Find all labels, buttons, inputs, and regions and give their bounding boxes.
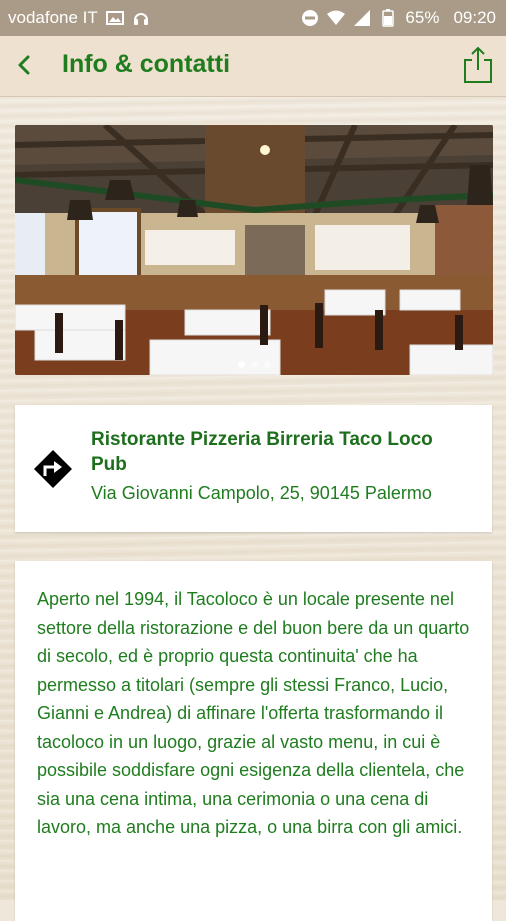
headset-notification-icon: [133, 13, 148, 25]
gallery-dot[interactable]: [250, 361, 258, 368]
back-arrow-icon[interactable]: [10, 50, 40, 80]
description-card: Aperto nel 1994, il Tacoloco è un locale…: [15, 561, 492, 921]
restaurant-name: Ristorante Pizzeria Birreria Taco Loco P…: [91, 429, 433, 475]
gallery-dot[interactable]: [263, 361, 271, 368]
wifi-icon: [327, 10, 346, 25]
app-bar: Info & contatti: [0, 36, 506, 97]
page-title: Info & contatti: [62, 50, 231, 78]
address-card[interactable]: Ristorante Pizzeria Birreria Taco Loco P…: [15, 405, 492, 532]
gallery-pagination: [15, 361, 493, 368]
status-bar: vodafone IT 65% 09:20: [0, 0, 506, 36]
directions-icon[interactable]: [33, 449, 73, 489]
restaurant-address[interactable]: Via Giovanni Campolo, 25, 90145 Palermo: [91, 483, 481, 504]
clock: 09:20: [453, 8, 496, 27]
do-not-disturb-icon: [302, 10, 319, 26]
restaurant-description: Aperto nel 1994, il Tacoloco è un locale…: [37, 589, 470, 837]
gallery-dot-active[interactable]: [237, 361, 245, 368]
battery-icon: [382, 9, 395, 27]
share-icon[interactable]: [462, 46, 494, 84]
restaurant-photo: [15, 125, 493, 375]
restaurant-photo-gallery[interactable]: [15, 125, 493, 375]
battery-percent: 65%: [405, 8, 440, 27]
signal-icon: [354, 10, 371, 26]
carrier-label: vodafone IT: [8, 8, 98, 27]
image-notification-icon: [105, 11, 124, 25]
